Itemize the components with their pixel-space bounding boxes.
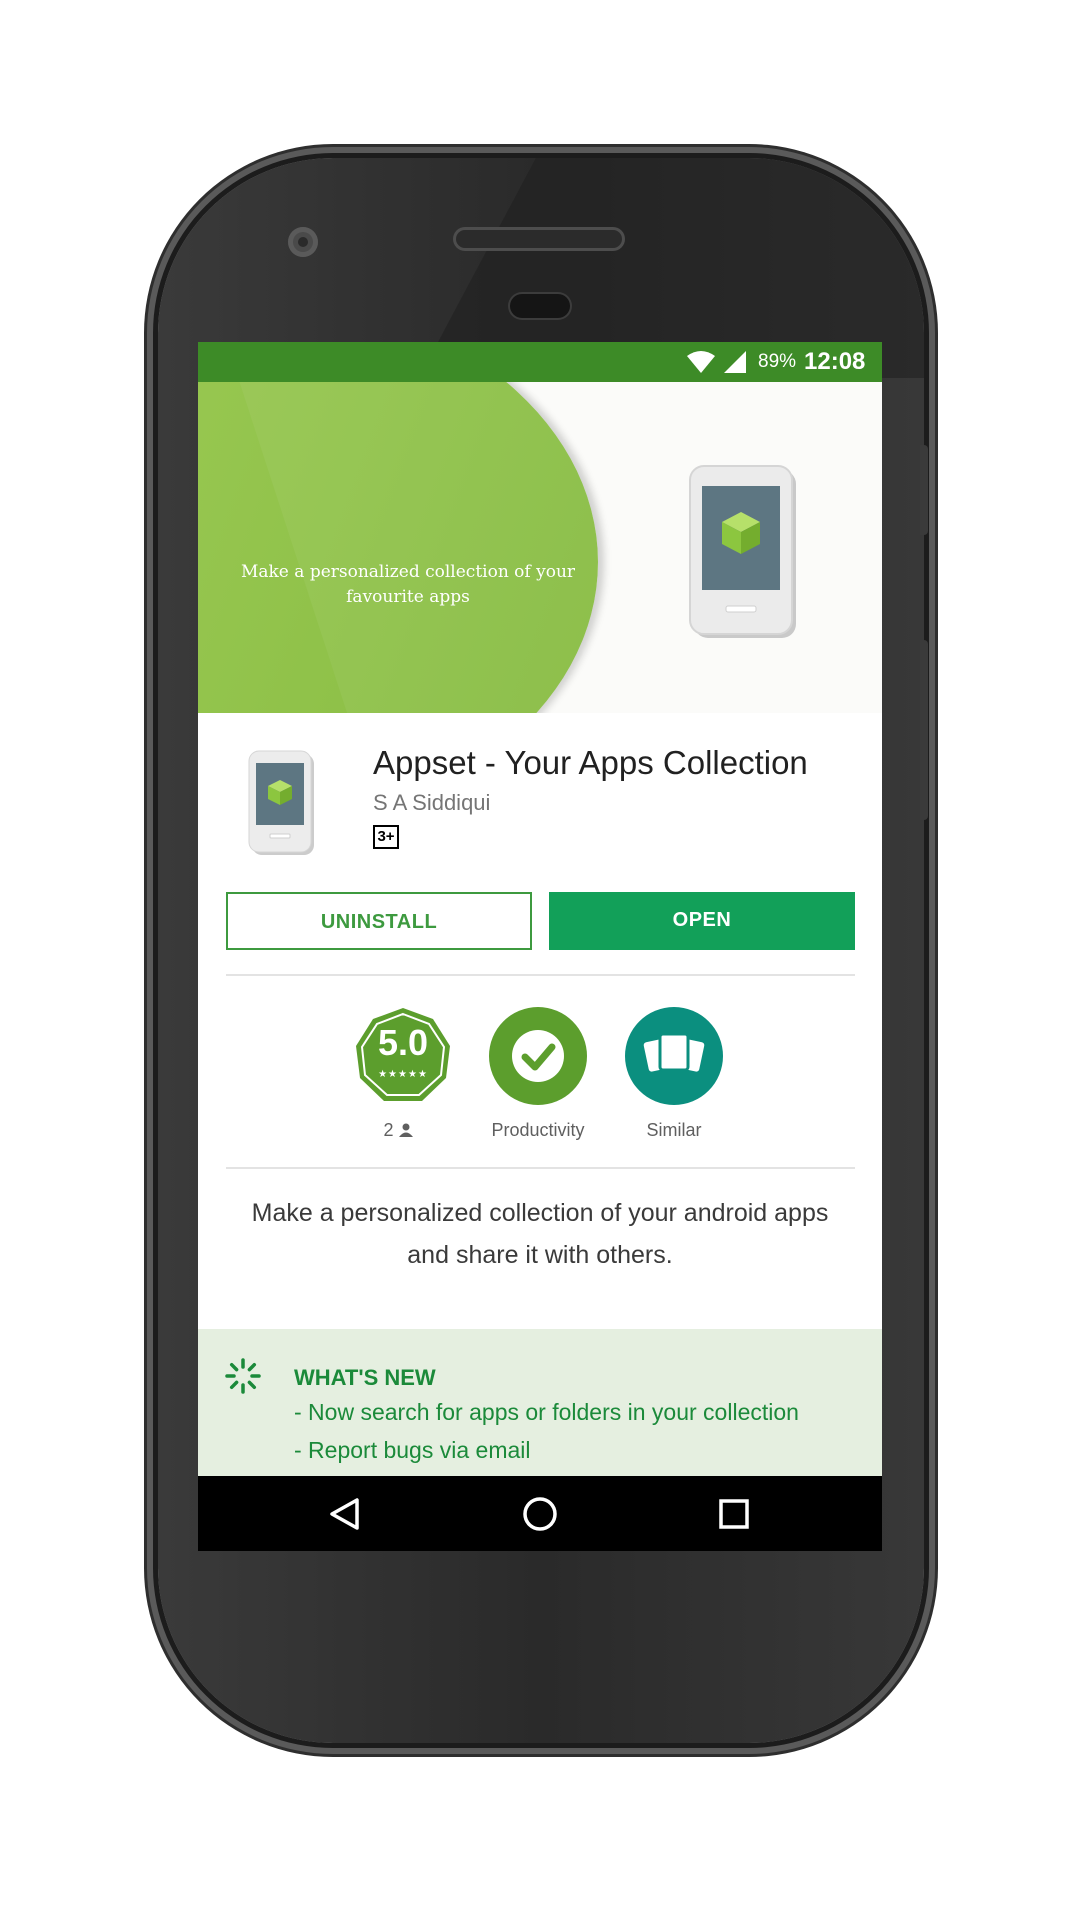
navigation-bar [198,1476,882,1551]
app-description[interactable]: Make a personalized collection of your a… [238,1192,842,1276]
developer-name[interactable]: S A Siddiqui [373,790,490,816]
app-title: Appset - Your Apps Collection [373,744,808,781]
rating-value: 5.0 [377,1022,429,1063]
volume-button [920,640,928,820]
person-icon [398,1123,413,1137]
feature-banner: Make a personalized collection of your f… [198,382,882,713]
banner-green-shape [198,382,598,713]
whats-new-title: WHAT'S NEW [294,1365,436,1390]
divider [226,974,855,976]
earpiece-speaker [456,230,622,248]
uninstall-button[interactable]: UNINSTALL [226,892,532,950]
screen: 89% 12:08 Make a personalized collection… [198,342,882,1551]
status-bar: 89% 12:08 [198,342,882,382]
battery-percent: 89% [758,351,797,372]
similar-label[interactable]: Similar [594,1120,754,1141]
home-icon[interactable] [520,1494,560,1534]
power-button [920,445,928,535]
check-circle-icon[interactable] [488,1006,588,1106]
wifi-icon [687,351,715,373]
signal-icon [724,351,746,373]
loading-spinner-icon [225,1358,261,1394]
banner-tagline: Make a personalized collection of your f… [240,562,576,607]
divider [226,1167,855,1169]
rating-count: 2 [383,1120,394,1140]
proximity-sensor [510,294,570,318]
front-camera [288,227,318,257]
similar-cards-icon[interactable] [624,1006,724,1106]
app-icon [248,750,314,855]
clock: 12:08 [804,348,866,375]
whats-new-item: - Report bugs via email [294,1437,531,1463]
back-icon[interactable] [325,1494,365,1534]
rating-count-label: 2 [318,1120,478,1141]
recents-icon[interactable] [714,1494,754,1534]
banner-phone-illustration [689,465,796,638]
rating-stars: ★★★★★ [378,1069,428,1080]
open-button[interactable]: OPEN [549,892,855,950]
whats-new-item: - Now search for apps or folders in your… [294,1399,799,1425]
content-rating-badge: 3+ [373,825,399,849]
